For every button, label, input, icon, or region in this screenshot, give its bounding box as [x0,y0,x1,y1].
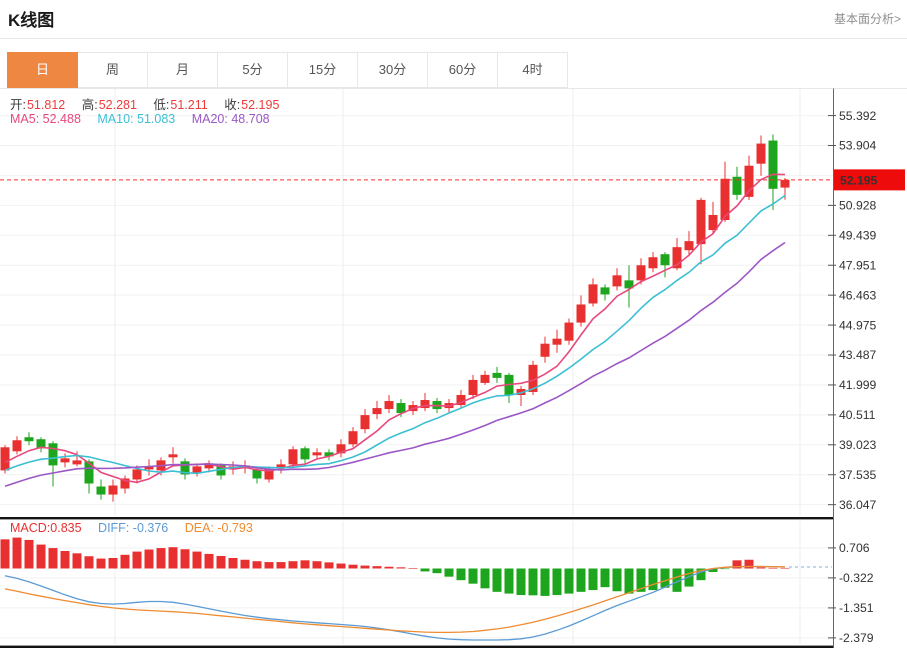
macd-row: MACD:0.835 DIFF: -0.376 DEA: -0.793 [10,521,266,535]
axis-tick-label: -2.379 [839,631,874,645]
axis-tick-label: 43.487 [839,348,876,362]
ohlc-row: 开:51.812 高:52.281 低:51.211 收:52.195 [10,94,292,113]
axis-tick-label: 44.975 [839,318,876,332]
dea-label: DEA: [185,521,214,535]
ma20-label: MA20: [192,112,228,126]
axis-tick-label: 41.999 [839,378,876,392]
open-label: 开: [10,98,26,112]
ma10-legend: MA10: 51.083 [97,112,175,126]
macd-legend: MACD:0.835 [10,521,82,535]
close-label: 收: [224,98,240,112]
open-value: 51.812 [27,98,65,112]
ma10-label: MA10: [97,112,133,126]
axis-tick-label: 53.904 [839,139,876,153]
dea-legend: DEA: -0.793 [185,521,253,535]
ma20-line [5,243,785,487]
axis-tick-label: -0.322 [839,571,874,585]
low-label: 低: [153,98,169,112]
ma20-value: 48.708 [231,112,269,126]
dea-value: -0.793 [217,521,252,535]
last-price-label: 52.195 [834,169,905,190]
axis-tick-label: 46.463 [839,288,876,302]
axis-tick-label: 55.392 [839,109,876,123]
macd-value: 0.835 [50,521,81,535]
high-value: 52.281 [99,98,137,112]
ma5-legend: MA5: 52.488 [10,112,81,126]
ma10-value: 51.083 [137,112,175,126]
low-pair: 低:51.211 [153,98,207,112]
axis-tick-label: 47.951 [839,258,876,272]
ma20-legend: MA20: 48.708 [192,112,270,126]
open-pair: 开:51.812 [10,98,65,112]
axis-tick-label: 40.511 [839,408,876,422]
macd-histogram [1,538,790,596]
diff-legend: DIFF: -0.376 [98,521,168,535]
close-value: 52.195 [241,98,279,112]
diff-value: -0.376 [133,521,168,535]
axis-tick-label: 37.535 [839,468,876,482]
axis-tick-label: -1.351 [839,601,874,615]
macd-label: MACD: [10,521,50,535]
axis-tick-label: 36.047 [839,498,876,512]
last-price-value: 52.195 [840,173,877,187]
ma5-value: 52.488 [43,112,81,126]
close-pair: 收:52.195 [224,98,279,112]
axis-tick-label: 49.439 [839,229,876,243]
kline-page: K线图 基本面分析> 日周月5分15分30分60分4时 55.39253.904… [0,0,907,648]
low-value: 51.211 [170,98,207,112]
diff-label: DIFF: [98,521,129,535]
high-pair: 高:52.281 [82,98,137,112]
axis-tick-label: 50.928 [839,199,876,213]
axis-tick-label: 0.706 [839,541,870,555]
candles [1,135,790,502]
axis-tick-label: 39.023 [839,438,876,452]
high-label: 高: [82,98,98,112]
ma5-label: MA5: [10,112,39,126]
ma-row: MA5: 52.488 MA10: 51.083 MA20: 48.708 [10,112,283,126]
